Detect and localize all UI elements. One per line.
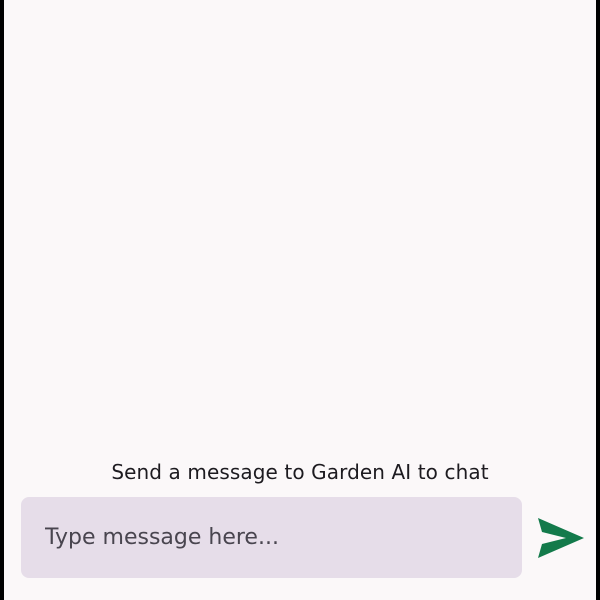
message-composer[interactable] [21,497,522,578]
message-list[interactable] [4,0,596,455]
send-icon [538,518,584,558]
message-input[interactable] [45,525,498,550]
send-button[interactable] [535,512,587,564]
empty-chat-hint: Send a message to Garden AI to chat [111,460,489,484]
chat-screen: Send a message to Garden AI to chat [4,0,596,600]
